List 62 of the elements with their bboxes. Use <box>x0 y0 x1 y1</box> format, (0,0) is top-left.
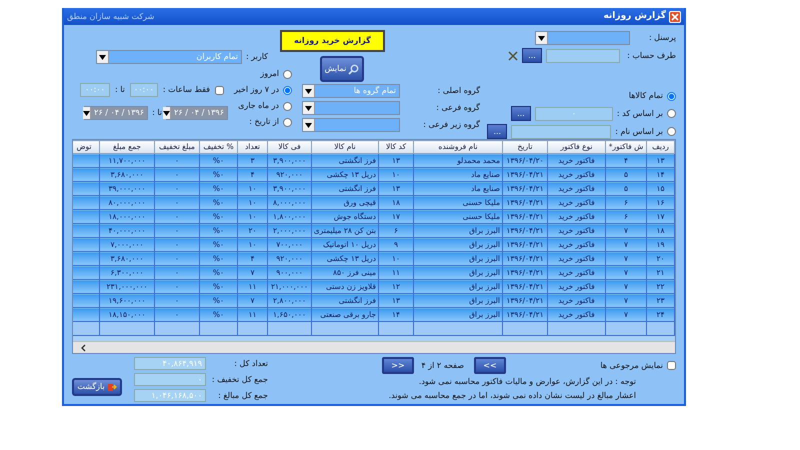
field-label: پرسنل : <box>648 32 676 44</box>
field-label: گروه زیر فرعی : <box>422 119 480 131</box>
dropdown[interactable] <box>302 101 400 115</box>
browse-button[interactable]: ... <box>487 124 508 139</box>
radio-label: بر اساس نام : <box>615 126 663 138</box>
field-label: تا : <box>152 107 162 119</box>
back-button[interactable]: بازگشت <box>72 378 122 396</box>
field-label: تا : <box>114 84 125 96</box>
company-name: شرکت شبیه سازان منطق <box>67 10 154 22</box>
radio-button[interactable] <box>667 109 676 118</box>
field-label: گروه اصلی : <box>436 85 480 97</box>
account-field[interactable] <box>546 48 620 62</box>
page-indicator: صفحه ۲ از ۴ <box>424 360 464 372</box>
next-page-button[interactable]: >> <box>474 357 506 374</box>
checkbox[interactable] <box>215 86 224 94</box>
dropdown-arrow-icon <box>163 110 170 116</box>
radio-label: بر اساس کد : <box>616 108 663 120</box>
dropdown-arrow-icon <box>99 54 106 60</box>
checkbox[interactable] <box>667 361 676 370</box>
radio-button[interactable] <box>283 118 292 126</box>
radio-label: در ماه جاری <box>238 100 279 112</box>
dropdown[interactable] <box>302 118 400 132</box>
radio-button[interactable] <box>667 127 676 136</box>
exit-icon <box>106 382 117 392</box>
field-label: طرف حساب : <box>626 50 676 62</box>
clear-icon <box>508 50 518 60</box>
dropdown-arrow-icon <box>305 106 312 110</box>
dropdown[interactable]: ۱۳۹۶ / ۰۴ / ۲۶ <box>166 106 228 120</box>
magnifier-icon <box>348 64 360 74</box>
horizontal-scrollbar[interactable] <box>73 341 675 353</box>
radio-label: در ۷ روز اخیر <box>234 84 279 96</box>
field-label: کاربر : <box>246 51 268 63</box>
dropdown-arrow-icon <box>305 88 312 94</box>
note-text: اعشار مبالغ در لیست نشان داده نمی شوند، اما در جمع محاسبه می شوند. <box>388 390 636 402</box>
radio-button[interactable] <box>283 102 292 110</box>
report-title: گزارش خرید روزانه <box>280 30 385 52</box>
dropdown-arrow-icon <box>305 122 312 128</box>
checkbox-label: فقط ساعات : <box>162 84 210 96</box>
checkbox-label: نمایش مرجوعی ها <box>600 360 663 372</box>
dropdown[interactable]: ۱۳۹۶ / ۰۴ / ۲۶ <box>84 106 148 120</box>
window-title: گزارش روزانه <box>603 10 666 23</box>
browse-button[interactable]: ... <box>522 48 542 63</box>
note-text: توجه : در این گزارش، عوارض و مالیات فاکتور محاسبه نمی شود. <box>418 376 636 388</box>
dropdown-arrow-icon <box>538 36 545 40</box>
show-button[interactable]: نمایش <box>320 56 364 82</box>
dropdown[interactable] <box>535 31 630 45</box>
radio-button[interactable] <box>667 92 676 101</box>
close-icon <box>671 12 679 20</box>
total-label: جمع کل تخفیف : <box>210 374 268 386</box>
close-button[interactable] <box>669 10 681 22</box>
radio-label: از تاریخ : <box>249 116 279 128</box>
radio-label: تمام کالاها <box>628 90 663 102</box>
total-label: جمع کل مبالغ : <box>217 390 268 402</box>
browse-button[interactable]: ... <box>510 106 531 121</box>
field-label: گروه فرعی : <box>435 102 480 114</box>
total-label: تعداد کل : <box>233 358 268 370</box>
radio-label: امروز <box>260 68 279 80</box>
dropdown-arrow-icon <box>83 110 90 116</box>
radio-button[interactable] <box>283 86 292 94</box>
name-field[interactable] <box>511 124 612 138</box>
radio-button[interactable] <box>283 70 292 78</box>
previous-page-button[interactable]: << <box>382 357 414 374</box>
